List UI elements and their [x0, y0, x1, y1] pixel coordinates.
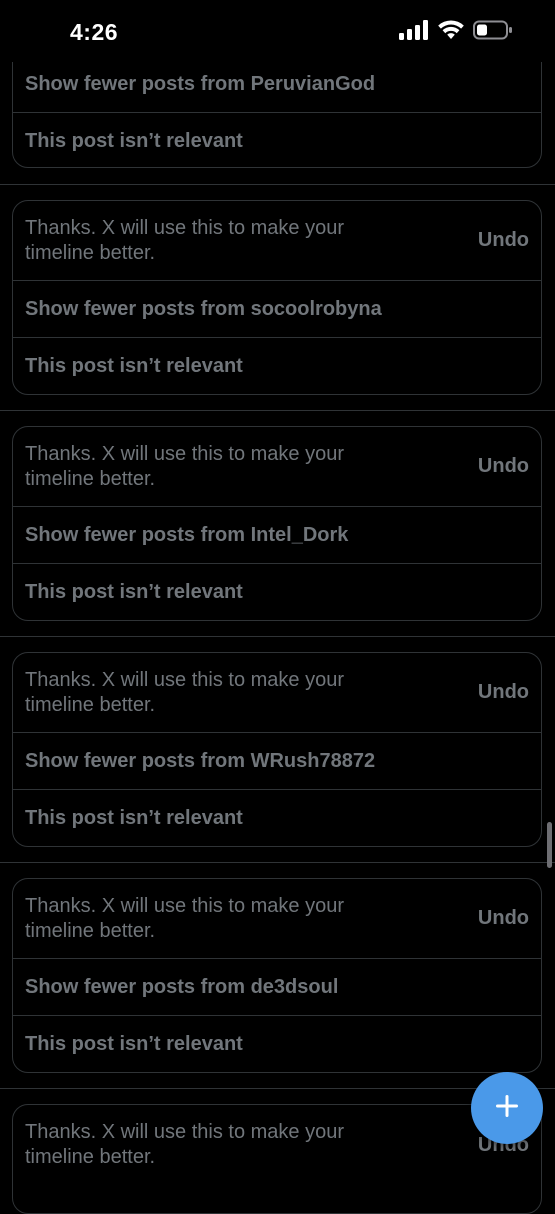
feed-separator [0, 1088, 555, 1089]
feed-separator [0, 862, 555, 863]
scroll-indicator[interactable] [547, 822, 552, 868]
status-bar: 4:26 [0, 0, 555, 62]
post-not-relevant-option[interactable]: This post isn’t relevant [13, 338, 541, 394]
post-not-relevant-option[interactable]: This post isn’t relevant [13, 564, 541, 620]
feedback-card: Thanks. X will use this to make your tim… [12, 1104, 542, 1214]
undo-button[interactable]: Undo [478, 455, 529, 478]
feed-separator [0, 410, 555, 411]
feedback-thanks-row: Thanks. X will use this to make your tim… [13, 427, 541, 507]
show-fewer-posts-option[interactable]: Show fewer posts from WRush78872 [13, 733, 541, 790]
feedback-card: Thanks. X will use this to make your tim… [12, 426, 542, 621]
feedback-thanks-text: Thanks. X will use this to make your tim… [25, 216, 345, 264]
post-not-relevant-option[interactable]: This post isn’t relevant [13, 1016, 541, 1072]
feedback-card: Thanks. X will use this to make your tim… [12, 878, 542, 1073]
feedback-thanks-row: Thanks. X will use this to make your tim… [13, 653, 541, 733]
feedback-thanks-text: Thanks. X will use this to make your tim… [25, 1121, 345, 1168]
battery-low-icon [473, 20, 513, 45]
status-time: 4:26 [70, 19, 119, 45]
post-not-relevant-option[interactable]: This post isn’t relevant [13, 790, 541, 846]
undo-button[interactable]: Undo [478, 681, 529, 704]
feedback-thanks-row: Thanks. X will use this to make your tim… [13, 1105, 541, 1185]
compose-post-button[interactable] [471, 1072, 543, 1144]
cellular-signal-icon [399, 20, 429, 45]
feedback-thanks-row: Thanks. X will use this to make your tim… [13, 201, 541, 281]
undo-button[interactable]: Undo [478, 907, 529, 930]
undo-button[interactable]: Undo [478, 229, 529, 252]
feedback-card: Thanks. X will use this to make your tim… [12, 200, 542, 395]
feed-separator [0, 184, 555, 185]
feedback-thanks-text: Thanks. X will use this to make your tim… [25, 894, 345, 942]
feedback-thanks-text: Thanks. X will use this to make your tim… [25, 442, 345, 490]
feedback-thanks-row: Thanks. X will use this to make your tim… [13, 879, 541, 959]
feedback-thanks-text: Thanks. X will use this to make your tim… [25, 668, 345, 716]
post-not-relevant-option[interactable]: This post isn’t relevant [13, 113, 541, 167]
show-fewer-posts-option[interactable]: Show fewer posts from PeruvianGod [13, 56, 541, 113]
status-icons [399, 20, 513, 45]
plus-icon [493, 1092, 521, 1125]
show-fewer-posts-option[interactable]: Show fewer posts from Intel_Dork [13, 507, 541, 564]
show-fewer-posts-option[interactable]: Show fewer posts from de3dsoul [13, 959, 541, 1016]
feed-separator [0, 636, 555, 637]
show-fewer-posts-option[interactable]: Show fewer posts from socoolrobyna [13, 281, 541, 338]
wifi-icon [438, 20, 464, 45]
feedback-card: Thanks. X will use this to make your tim… [12, 652, 542, 847]
